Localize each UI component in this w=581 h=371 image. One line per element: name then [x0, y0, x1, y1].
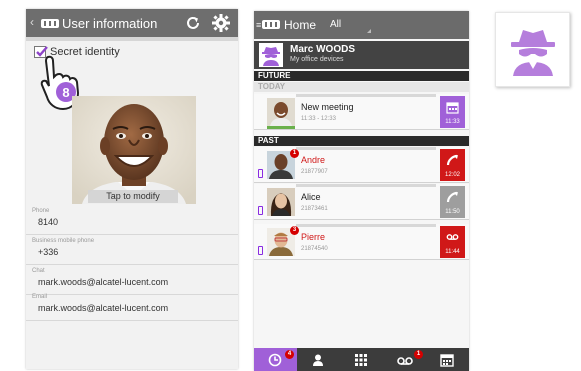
field-value: 8140 [38, 217, 59, 227]
divider [296, 184, 436, 187]
profile-header[interactable]: Marc WOODS My office devices [254, 41, 469, 69]
item-title: Andre [301, 155, 326, 165]
item-title: New meeting [301, 102, 354, 112]
home-title: Home [284, 18, 317, 32]
field-label: Chat [32, 268, 45, 274]
unread-badge: 1 [290, 149, 299, 158]
tab-voicemail[interactable]: 1 [383, 348, 426, 371]
filter-dropdown[interactable]: All [330, 19, 341, 30]
secret-identity-icon [511, 30, 555, 76]
unread-badge: 3 [290, 226, 299, 235]
meeting-tile[interactable]: 11:33 [440, 96, 465, 128]
outgoing-call-icon [446, 191, 458, 203]
app-logo-icon [262, 20, 280, 29]
voicemail-icon [446, 234, 459, 240]
item-time: 11:44 [445, 249, 460, 255]
item-detail: 21877907 [301, 169, 328, 175]
divider [296, 224, 436, 227]
divider [26, 37, 238, 41]
app-logo-icon [41, 19, 59, 28]
section-future: FUTURE [254, 71, 469, 81]
user-information-screen: ‹ User information Secret identity 8 Tap… [26, 9, 238, 369]
history-icon [268, 353, 282, 367]
refresh-icon[interactable] [184, 14, 202, 32]
divider [296, 94, 436, 97]
field-value: +336 [38, 247, 59, 257]
item-time: 11:33 [445, 119, 460, 125]
list-item-pierre[interactable]: 3 Pierre 21874540 11:44 [254, 224, 469, 260]
step-number: 8 [62, 85, 69, 100]
divider [296, 147, 436, 150]
phone-field[interactable]: Phone 8140 [26, 205, 238, 235]
item-title: Pierre [301, 232, 326, 242]
top-bar: ≡ Home All [254, 11, 469, 39]
item-detail: 21874540 [301, 246, 328, 252]
field-value: mark.woods@alcatel-lucent.com [38, 303, 169, 313]
mobile-device-icon [258, 169, 263, 178]
missed-call-tile[interactable]: 12:02 [440, 149, 465, 181]
calendar-icon [440, 354, 454, 367]
list-item-meeting[interactable]: New meeting 11:33 - 12:33 11:33 [254, 94, 469, 130]
tab-history[interactable]: 4 [254, 348, 297, 371]
item-detail: 21873461 [301, 206, 328, 212]
field-value: mark.woods@alcatel-lucent.com [38, 277, 169, 287]
missed-call-icon [446, 154, 458, 166]
tab-contacts[interactable] [297, 348, 340, 371]
field-label: Email [32, 294, 48, 300]
dropdown-indicator-icon [367, 29, 371, 33]
voicemail-icon [397, 357, 413, 365]
email-field[interactable]: Email mark.woods@alcatel-lucent.com [26, 291, 238, 321]
portrait-photo [72, 96, 196, 204]
item-time: 12:02 [444, 172, 460, 178]
item-title: Alice [301, 192, 321, 202]
section-past: PAST [254, 136, 469, 146]
tab-calendar[interactable] [426, 348, 469, 371]
secret-identity-tile [495, 12, 570, 87]
profile-name: Marc WOODS [290, 44, 356, 55]
contacts-icon [313, 354, 323, 366]
avatar [267, 188, 295, 216]
tap-to-modify-button[interactable]: Tap to modify [88, 190, 178, 203]
avatar [259, 43, 283, 67]
section-today: TODAY [254, 82, 469, 92]
calendar-icon [446, 102, 459, 114]
home-screen: ≡ Home All Marc WOODS My office devices … [254, 11, 469, 371]
profile-subtitle: My office devices [290, 56, 344, 63]
dialpad-icon [355, 354, 367, 366]
mobile-device-icon [258, 246, 263, 255]
list-item-alice[interactable]: Alice 21873461 11:50 [254, 184, 469, 220]
avatar [267, 98, 295, 126]
empty-area [254, 272, 469, 348]
outgoing-call-tile[interactable]: 11:50 [440, 186, 465, 218]
field-label: Phone [32, 208, 50, 214]
screen-title: User information [62, 16, 158, 31]
voicemail-tile[interactable]: 11:44 [440, 226, 465, 258]
top-bar: ‹ User information [26, 9, 238, 37]
tab-badge: 1 [414, 350, 423, 359]
screenshot: ‹ User information Secret identity 8 Tap… [0, 0, 581, 371]
presence-indicator [267, 126, 295, 129]
tab-badge: 4 [285, 350, 294, 359]
secret-identity-icon [262, 47, 280, 66]
item-detail: 11:33 - 12:33 [301, 116, 336, 122]
back-icon[interactable]: ‹ [30, 15, 34, 29]
field-label: Business mobile phone [32, 238, 95, 244]
user-photo[interactable] [72, 96, 196, 204]
business-mobile-field[interactable]: Business mobile phone +336 [26, 235, 238, 265]
tab-dialpad[interactable] [340, 348, 383, 371]
mobile-device-icon [258, 206, 263, 215]
item-time: 11:50 [445, 209, 460, 215]
bottom-tab-bar: 4 1 [254, 348, 469, 371]
gear-icon[interactable] [211, 13, 231, 33]
menu-icon[interactable]: ≡ [256, 20, 261, 30]
list-item-andre[interactable]: 1 Andre 21877907 12:02 [254, 147, 469, 183]
